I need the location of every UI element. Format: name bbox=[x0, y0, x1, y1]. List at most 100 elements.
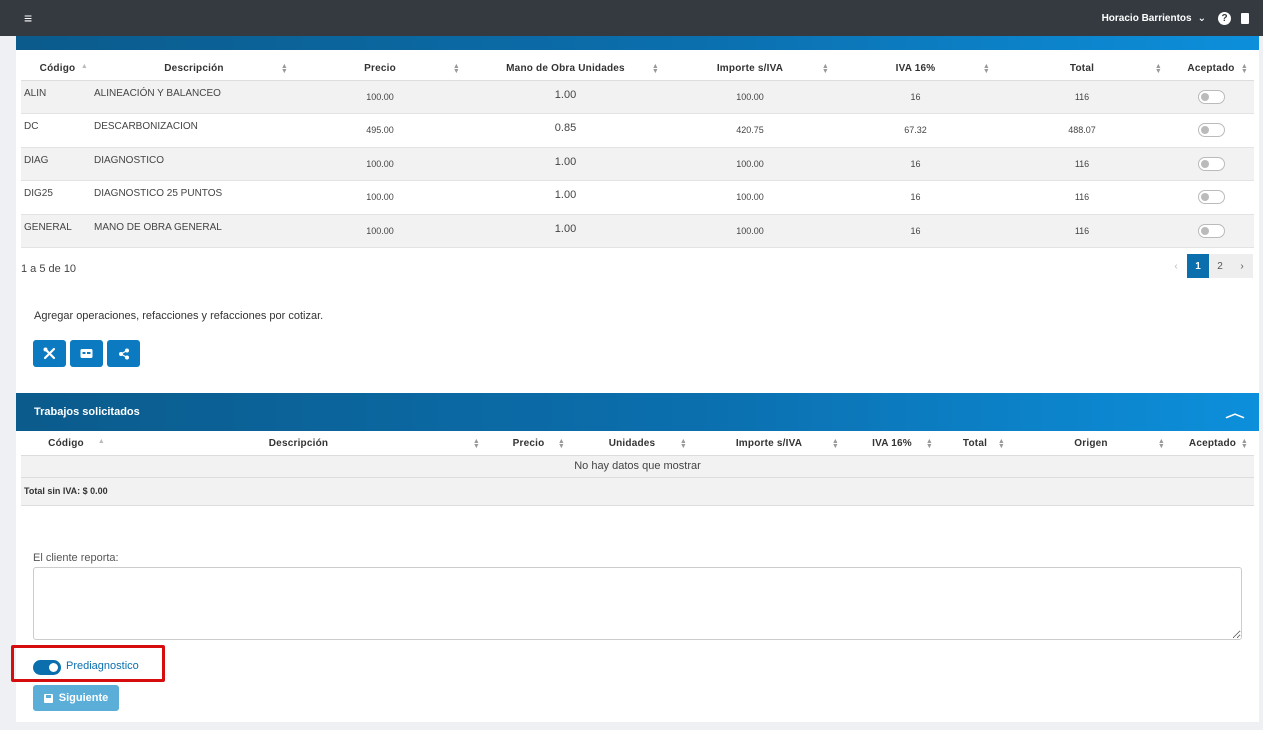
cell-total: 116 bbox=[996, 214, 1168, 249]
sort-icon[interactable]: ▲ ▼ bbox=[983, 63, 990, 75]
col-header-codigo[interactable]: Código ▲ bbox=[21, 58, 94, 81]
cell-total: 488.07 bbox=[996, 113, 1168, 148]
cell-units: 1.00 bbox=[466, 214, 665, 249]
cell-code: ALIN bbox=[21, 80, 94, 115]
pagination-next[interactable]: › bbox=[1231, 254, 1253, 278]
cell-description: DESCARBONIZACION bbox=[94, 113, 294, 148]
table-row: GENERAL MANO DE OBRA GENERAL 100.00 1.00… bbox=[21, 214, 1254, 249]
sort-icon[interactable]: ▲ ▼ bbox=[1158, 438, 1165, 450]
col-header-total[interactable]: Total ▲ ▼ bbox=[996, 58, 1168, 81]
col-header-iva[interactable]: IVA 16% ▲ ▼ bbox=[835, 58, 996, 81]
sort-icon[interactable]: ▲ ▼ bbox=[1155, 63, 1162, 75]
add-operation-button[interactable] bbox=[33, 340, 66, 367]
client-reports-label: El cliente reporta: bbox=[33, 552, 119, 564]
cell-iva: 67.32 bbox=[835, 113, 996, 148]
cell-iva: 16 bbox=[835, 80, 996, 115]
col-header-unidades[interactable]: Unidades ▲ ▼ bbox=[571, 433, 693, 456]
col-header-precio[interactable]: Precio ▲ ▼ bbox=[486, 433, 571, 456]
clipboard-icon[interactable] bbox=[1241, 12, 1249, 24]
accepted-toggle[interactable] bbox=[1197, 190, 1225, 205]
prediagnostico-label[interactable]: Prediagnostico bbox=[66, 660, 139, 672]
sort-asc-icon[interactable]: ▲ bbox=[81, 63, 88, 70]
cell-total: 116 bbox=[996, 180, 1168, 215]
cell-total: 116 bbox=[996, 147, 1168, 182]
cell-amount: 420.75 bbox=[665, 113, 835, 148]
cell-units: 1.00 bbox=[466, 147, 665, 182]
cell-accepted bbox=[1168, 180, 1254, 215]
trabajos-panel-header[interactable]: Trabajos solicitados ︿ bbox=[16, 393, 1259, 431]
help-icon[interactable]: ? bbox=[1218, 11, 1231, 25]
pagination-page-2[interactable]: 2 bbox=[1209, 254, 1231, 278]
cell-description: DIAGNOSTICO 25 PUNTOS bbox=[94, 180, 294, 215]
col-header-aceptado[interactable]: Aceptado ▲ ▼ bbox=[1168, 58, 1254, 81]
sort-icon[interactable]: ▲ ▼ bbox=[652, 63, 659, 75]
accepted-toggle[interactable] bbox=[1197, 89, 1225, 104]
cell-code: DIAG bbox=[21, 147, 94, 182]
pagination-info: 1 a 5 de 10 bbox=[21, 263, 77, 275]
col-header-aceptado[interactable]: Aceptado ▲ ▼ bbox=[1171, 433, 1254, 456]
col-header-descripcion[interactable]: Descripción ▲ ▼ bbox=[111, 433, 486, 456]
cell-price: 100.00 bbox=[294, 214, 466, 249]
accepted-toggle[interactable] bbox=[1197, 156, 1225, 171]
cell-amount: 100.00 bbox=[665, 180, 835, 215]
prediagnostico-toggle[interactable] bbox=[33, 660, 61, 675]
col-header-importe[interactable]: Importe s/IVA ▲ ▼ bbox=[665, 58, 835, 81]
next-button-label: Siguiente bbox=[58, 692, 109, 704]
sort-icon[interactable]: ▲ ▼ bbox=[473, 438, 480, 450]
chevron-down-icon[interactable]: ⌄ bbox=[1198, 13, 1206, 24]
user-menu[interactable]: Horacio Barrientos ⌄ ? bbox=[1102, 11, 1249, 25]
accepted-toggle[interactable] bbox=[1197, 123, 1225, 138]
user-name[interactable]: Horacio Barrientos bbox=[1102, 13, 1192, 24]
operations-table: Código ▲ Descripción ▲ ▼ Precio ▲ ▼ Mano de O… bbox=[21, 58, 1254, 249]
total-without-iva: Total sin IVA: $ 0.00 bbox=[21, 477, 1254, 506]
add-operations-text: Agregar operaciones, refacciones y refac… bbox=[34, 310, 324, 322]
sort-icon[interactable]: ▲ ▼ bbox=[281, 63, 288, 75]
panel-header-strip bbox=[16, 36, 1259, 50]
table-row: DIAG DIAGNOSTICO 100.00 1.00 100.00 16 1… bbox=[21, 147, 1254, 182]
table-row: DC DESCARBONIZACION 495.00 0.85 420.75 6… bbox=[21, 113, 1254, 148]
col-header-codigo[interactable]: Código ▲ bbox=[21, 433, 111, 456]
table-row: Total sin IVA: $ 0.00 bbox=[21, 477, 1254, 506]
trabajos-table: Código ▲ Descripción ▲ ▼ Precio ▲ ▼ Unidades ▲… bbox=[21, 433, 1254, 506]
col-header-iva[interactable]: IVA 16% ▲ ▼ bbox=[845, 433, 939, 456]
table-header-row: Código ▲ Descripción ▲ ▼ Precio ▲ ▼ Mano de O… bbox=[21, 58, 1254, 81]
sort-icon[interactable]: ▲ ▼ bbox=[1241, 63, 1248, 75]
accepted-toggle[interactable] bbox=[1197, 223, 1225, 238]
cell-price: 100.00 bbox=[294, 180, 466, 215]
sort-icon[interactable]: ▲ ▼ bbox=[926, 438, 933, 450]
add-quote-part-button[interactable] bbox=[107, 340, 140, 367]
next-button[interactable]: Siguiente bbox=[33, 685, 119, 711]
pagination-page-1[interactable]: 1 bbox=[1187, 254, 1209, 278]
sort-icon[interactable]: ▲ ▼ bbox=[680, 438, 687, 450]
top-navbar: ≡ Horacio Barrientos ⌄ ? bbox=[0, 0, 1263, 36]
col-header-total[interactable]: Total ▲ ▼ bbox=[939, 433, 1011, 456]
cell-amount: 100.00 bbox=[665, 147, 835, 182]
cell-code: DIG25 bbox=[21, 180, 94, 215]
sort-icon[interactable]: ▲ ▼ bbox=[998, 438, 1005, 450]
col-header-descripcion[interactable]: Descripción ▲ ▼ bbox=[94, 58, 294, 81]
pagination: ‹ 1 2 › bbox=[1165, 254, 1253, 278]
sort-icon[interactable]: ▲ ▼ bbox=[832, 438, 839, 450]
col-header-precio[interactable]: Precio ▲ ▼ bbox=[294, 58, 466, 81]
cell-accepted bbox=[1168, 214, 1254, 249]
col-header-mano-obra[interactable]: Mano de Obra Unidades ▲ ▼ bbox=[466, 58, 665, 81]
sort-icon[interactable]: ▲ ▼ bbox=[453, 63, 460, 75]
id-card-icon bbox=[80, 349, 93, 358]
col-header-importe[interactable]: Importe s/IVA ▲ ▼ bbox=[693, 433, 845, 456]
client-reports-textarea[interactable] bbox=[33, 567, 1242, 640]
cell-units: 0.85 bbox=[466, 113, 665, 148]
table-row: No hay datos que mostrar bbox=[21, 455, 1254, 478]
sort-icon[interactable]: ▲ ▼ bbox=[1241, 438, 1248, 450]
add-buttons-group bbox=[33, 340, 140, 367]
pagination-prev[interactable]: ‹ bbox=[1165, 254, 1187, 278]
cell-price: 100.00 bbox=[294, 147, 466, 182]
sort-icon[interactable]: ▲ ▼ bbox=[558, 438, 565, 450]
cell-iva: 16 bbox=[835, 147, 996, 182]
col-header-origen[interactable]: Origen ▲ ▼ bbox=[1011, 433, 1171, 456]
sort-icon[interactable]: ▲ ▼ bbox=[822, 63, 829, 75]
menu-icon[interactable]: ≡ bbox=[24, 10, 32, 26]
share-icon bbox=[118, 348, 129, 359]
sort-asc-icon[interactable]: ▲ bbox=[98, 438, 105, 445]
add-part-button[interactable] bbox=[70, 340, 103, 367]
chevron-up-icon[interactable]: ︿ bbox=[1225, 404, 1244, 421]
